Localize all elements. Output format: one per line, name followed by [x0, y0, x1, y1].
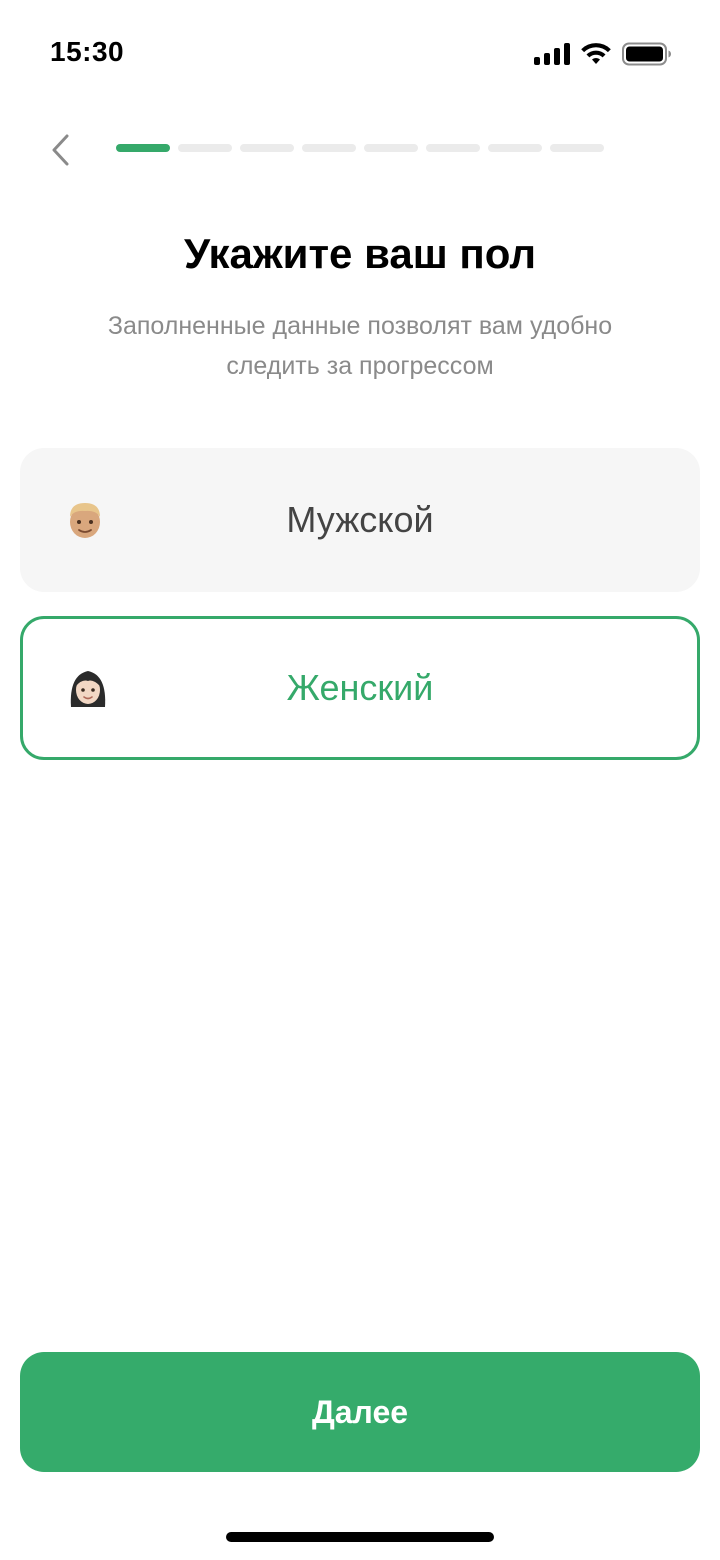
status-time: 15:30 — [50, 36, 125, 67]
progress-segment — [302, 144, 356, 152]
top-nav — [0, 120, 720, 180]
option-male[interactable]: Мужской — [20, 448, 700, 592]
next-button[interactable]: Далее — [20, 1352, 700, 1472]
progress-segment — [426, 144, 480, 152]
chevron-left-icon — [52, 134, 69, 166]
page-subtitle: Заполненные данные позволят вам удобно с… — [107, 312, 613, 380]
next-button-label: Далее — [311, 1393, 409, 1430]
wifi-icon — [581, 43, 611, 64]
status-icons — [534, 42, 672, 66]
progress-indicator — [116, 144, 604, 152]
progress-segment — [550, 144, 604, 152]
progress-segment — [488, 144, 542, 152]
progress-segment — [364, 144, 418, 152]
progress-segment — [116, 144, 170, 152]
battery-icon — [622, 42, 671, 66]
signal-icon — [534, 43, 570, 65]
progress-segment — [178, 144, 232, 152]
option-female-label: Женский — [286, 667, 434, 708]
progress-segment — [240, 144, 294, 152]
page-title: Укажите ваш пол — [183, 230, 537, 277]
status-bar: 15:30 — [0, 0, 720, 108]
gender-selection-screen: 15:30 Укажите ваш пол Заполненные данные… — [0, 0, 720, 1560]
back-button[interactable] — [36, 126, 84, 174]
option-female[interactable]: Женский — [20, 616, 700, 760]
option-male-label: Мужской — [286, 499, 434, 540]
home-indicator[interactable] — [226, 1532, 494, 1542]
